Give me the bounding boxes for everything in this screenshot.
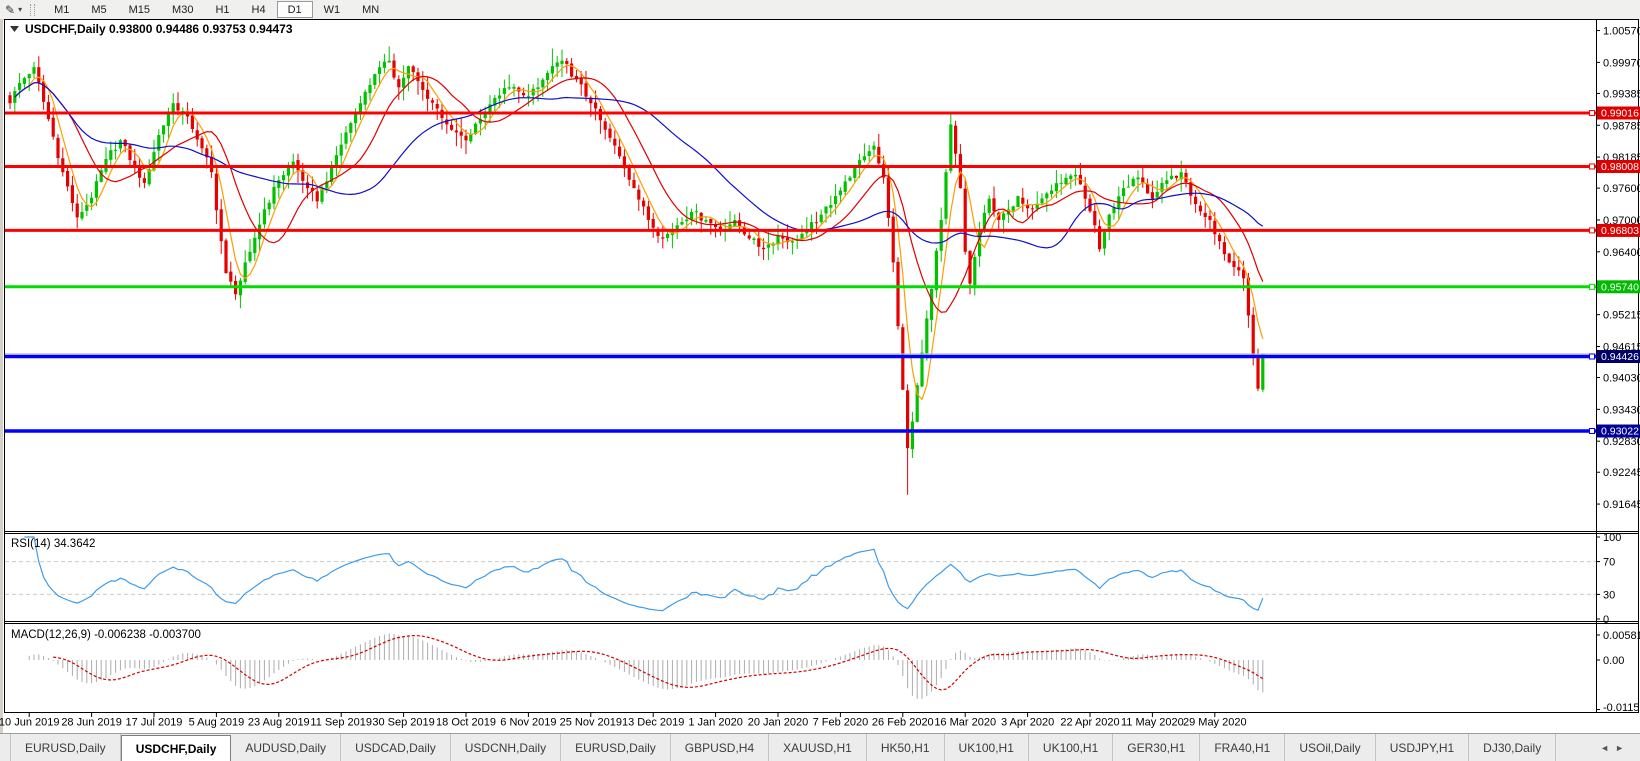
svg-text:0.98008: 0.98008 [1601,161,1639,173]
svg-text:17 Jul 2019: 17 Jul 2019 [126,717,183,729]
svg-text:30: 30 [1603,589,1615,601]
svg-text:0.98785: 0.98785 [1603,120,1640,132]
svg-text:0.99385: 0.99385 [1603,88,1640,100]
chart-tab-3-usdcad-daily[interactable]: USDCAD,Daily [341,734,451,761]
chart-tab-0-eurusd-daily[interactable]: EURUSD,Daily [11,734,121,761]
toolbar-grip [30,4,35,16]
chart-tab-15-dj30-daily[interactable]: DJ30,Daily [1469,734,1556,761]
svg-text:0.93430: 0.93430 [1603,404,1640,416]
chart-title: USDCHF,Daily 0.93800 0.94486 0.93753 0.9… [25,22,293,36]
chart-tab-bar: EURUSD,DailyUSDCHF,DailyAUDUSD,DailyUSDC… [0,733,1640,761]
hline-label-0.96803: 0.96803 [1597,224,1640,237]
chart-tab-1-usdchf-daily[interactable]: USDCHF,Daily [121,735,232,761]
chart-tab-11-ger30-h1[interactable]: GER30,H1 [1113,734,1200,761]
svg-text:1 Jan 2020: 1 Jan 2020 [688,717,742,729]
svg-text:25 Nov 2019: 25 Nov 2019 [560,717,622,729]
svg-text:0.94426: 0.94426 [1601,351,1639,363]
svg-text:20 Jan 2020: 20 Jan 2020 [748,717,809,729]
svg-text:0.96803: 0.96803 [1601,225,1639,237]
timeframe-toolbar: ✎ ▾ M1M5M15M30H1H4D1W1MN [0,0,1640,20]
macd-label: MACD(12,26,9) -0.006238 -0.003700 [11,629,201,641]
svg-text:0: 0 [1603,614,1609,626]
tab-scroll-arrows[interactable]: ◄► [1600,743,1640,753]
chart-tab-4-usdcnh-daily[interactable]: USDCNH,Daily [451,734,561,761]
hline-label-0.95740: 0.95740 [1597,280,1640,293]
chart-tab-5-eurusd-daily[interactable]: EURUSD,Daily [561,734,671,761]
svg-text:0.99016: 0.99016 [1601,108,1639,120]
hline-label-0.99016: 0.99016 [1597,107,1640,120]
svg-text:3 Apr 2020: 3 Apr 2020 [1001,717,1054,729]
chart-tab-12-fra40-h1[interactable]: FRA40,H1 [1200,734,1285,761]
svg-text:18 Oct 2019: 18 Oct 2019 [436,717,496,729]
svg-text:6 Nov 2019: 6 Nov 2019 [500,717,556,729]
tabbar-pad [0,734,11,761]
chart-tab-13-usoil-daily[interactable]: USOil,Daily [1285,734,1375,761]
svg-text:0.99970: 0.99970 [1603,57,1640,69]
tab-scroll-left-icon[interactable]: ◄ [1600,743,1615,753]
date-axis: 10 Jun 201928 Jun 2019 17 Jul 2019 5 Aug 2… [0,713,1247,729]
svg-text:26 Feb 2020: 26 Feb 2020 [872,717,934,729]
svg-text:11 Sep 2019: 11 Sep 2019 [310,717,372,729]
svg-text:5 Aug 2019: 5 Aug 2019 [189,717,245,729]
rsi-label: RSI(14) 34.3642 [11,538,95,550]
svg-text:11 May 2020: 11 May 2020 [1121,717,1184,729]
svg-text:1.00570: 1.00570 [1603,26,1640,38]
svg-text:29 May 2020: 29 May 2020 [1183,717,1247,729]
tab-scroll-right-icon[interactable]: ► [1615,743,1630,753]
timeframe-button-m15[interactable]: M15 [118,1,161,18]
chart-tab-9-uk100-h1[interactable]: UK100,H1 [945,734,1029,761]
hline-label-0.98008: 0.98008 [1597,160,1640,173]
svg-text:23 Aug 2019: 23 Aug 2019 [248,717,310,729]
svg-text:16 Mar 2020: 16 Mar 2020 [934,717,996,729]
timeframe-button-h1[interactable]: H1 [204,1,240,18]
svg-text:0.94030: 0.94030 [1603,373,1640,385]
svg-text:100: 100 [1603,532,1621,544]
timeframe-button-m1[interactable]: M1 [43,1,80,18]
svg-text:0.005818: 0.005818 [1603,630,1640,642]
chart-tabs: EURUSD,DailyUSDCHF,DailyAUDUSD,DailyUSDC… [11,734,1556,761]
timeframe-button-m5[interactable]: M5 [80,1,117,18]
svg-text:0.00: 0.00 [1603,655,1624,667]
hline-label-0.93022: 0.93022 [1597,425,1640,438]
svg-text:0.92830: 0.92830 [1603,436,1640,448]
svg-text:0.96400: 0.96400 [1603,247,1640,259]
svg-text:0.95215: 0.95215 [1603,310,1640,322]
svg-text:70: 70 [1603,557,1615,569]
svg-text:7 Feb 2020: 7 Feb 2020 [813,717,869,729]
chart-canvas[interactable]: 1.005700.999700.993850.987850.981850.976… [0,18,1640,733]
timeframe-button-mn[interactable]: MN [351,1,390,18]
chart-tab-2-audusd-daily[interactable]: AUDUSD,Daily [231,734,341,761]
hline-label-0.94426: 0.94426 [1597,350,1640,363]
svg-text:0.92245: 0.92245 [1603,467,1640,479]
chart-tab-14-usdjpy-h1[interactable]: USDJPY,H1 [1376,734,1469,761]
svg-text:22 Apr 2020: 22 Apr 2020 [1060,717,1119,729]
timeframe-button-d1[interactable]: D1 [277,1,313,18]
svg-text:-0.011514: -0.011514 [1603,702,1640,714]
dropdown-caret-icon[interactable]: ▾ [18,5,22,14]
svg-text:0.93022: 0.93022 [1601,426,1639,438]
chart-tab-10-uk100-h1[interactable]: UK100,H1 [1029,734,1113,761]
chart-tab-7-xauusd-h1[interactable]: XAUUSD,H1 [769,734,867,761]
crosshair-tool-icon[interactable]: ✎ [5,3,15,17]
chart-tab-8-hk50-h1[interactable]: HK50,H1 [867,734,945,761]
svg-text:10 Jun 2019: 10 Jun 2019 [0,717,59,729]
svg-text:0.95740: 0.95740 [1601,281,1639,293]
timeframe-button-w1[interactable]: W1 [313,1,352,18]
timeframe-button-m30[interactable]: M30 [161,1,204,18]
svg-text:0.91645: 0.91645 [1603,499,1640,511]
svg-text:30 Sep 2019: 30 Sep 2019 [372,717,434,729]
svg-text:13 Dec 2019: 13 Dec 2019 [622,717,684,729]
chart-tab-6-gbpusd-h4[interactable]: GBPUSD,H4 [671,734,769,761]
svg-text:28 Jun 2019: 28 Jun 2019 [61,717,122,729]
svg-text:0.97600: 0.97600 [1603,183,1640,195]
timeframe-buttons: M1M5M15M30H1H4D1W1MN [43,1,390,18]
timeframe-button-h4[interactable]: H4 [241,1,277,18]
